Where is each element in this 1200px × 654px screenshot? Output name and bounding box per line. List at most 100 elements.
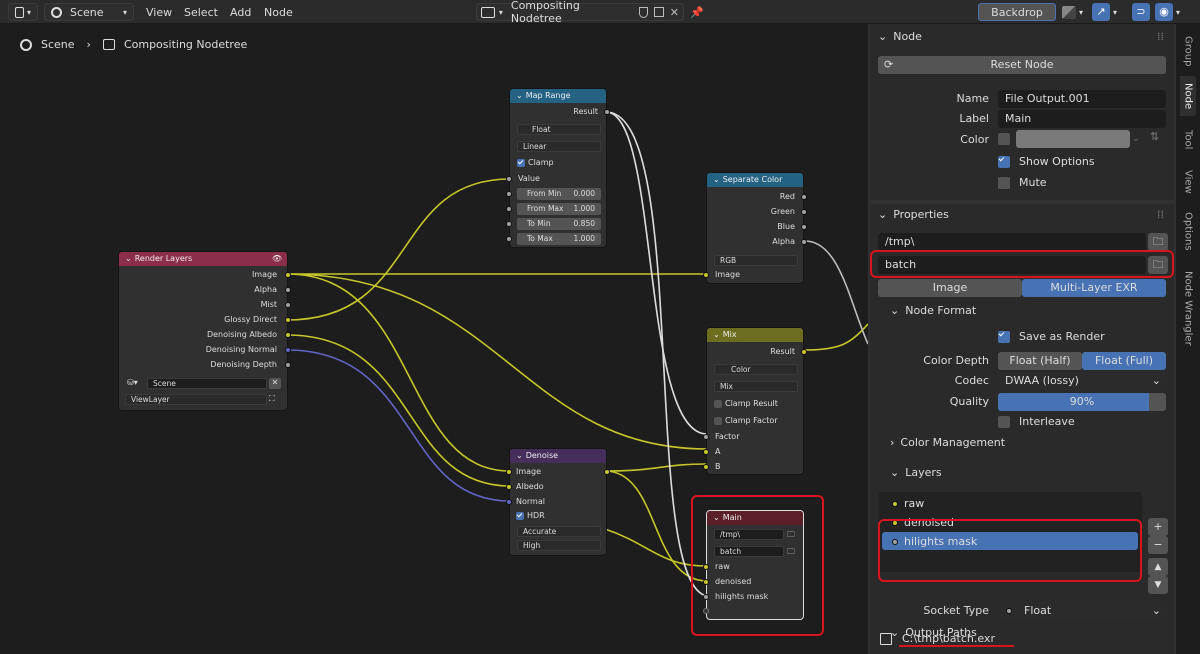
clamp-result-checkbox[interactable]: Clamp Result — [714, 399, 778, 408]
socket-image[interactable] — [506, 469, 512, 475]
node-header[interactable]: ⌄ Render Layers 👁 — [119, 252, 287, 266]
socket-output-image[interactable] — [604, 469, 610, 475]
chevron-down-icon[interactable]: ⌄ — [1132, 130, 1146, 148]
socket-image[interactable] — [285, 272, 291, 278]
menu-add[interactable]: Add — [230, 3, 251, 21]
socket-to-min[interactable] — [506, 221, 512, 227]
eye-icon[interactable]: 👁 — [272, 252, 282, 266]
tab-node-wrangler[interactable]: Node Wrangler — [1180, 262, 1196, 354]
socket-albedo[interactable] — [506, 484, 512, 490]
node-header[interactable]: ⌄ Mix — [707, 328, 803, 342]
socket-red[interactable] — [801, 194, 807, 200]
tab-view[interactable]: View — [1180, 164, 1196, 200]
hdr-checkbox[interactable]: HDR — [516, 511, 545, 520]
node-render-layers[interactable]: ⌄ Render Layers 👁 Image Alpha Mist Gloss… — [118, 251, 291, 411]
fake-user-icon[interactable] — [638, 6, 648, 18]
scene-field[interactable]: Scene — [147, 378, 267, 389]
tab-node[interactable]: Node — [1180, 76, 1196, 116]
socket-depth[interactable] — [285, 362, 291, 368]
socket-alpha[interactable] — [285, 287, 291, 293]
menu-node[interactable]: Node — [264, 3, 293, 21]
editor-type-dropdown[interactable]: ▾ — [8, 3, 38, 21]
tab-options[interactable]: Options — [1180, 206, 1196, 256]
node-header[interactable]: ⌄ Separate Color — [707, 173, 803, 187]
socket-to-max[interactable] — [506, 236, 512, 242]
menu-view[interactable]: View — [146, 3, 172, 21]
snap-dropdown[interactable]: ↗ ▾ — [1092, 3, 1126, 21]
overlay-toggle[interactable]: ⊃ — [1132, 3, 1152, 21]
socket-glossy[interactable] — [285, 317, 291, 323]
node-header[interactable]: ⌄ Map Range — [510, 89, 606, 103]
save-as-render-checkbox[interactable]: Save as Render — [998, 330, 1105, 343]
list-item[interactable]: raw — [892, 497, 924, 510]
use-custom-color-checkbox[interactable] — [998, 133, 1010, 145]
move-down-button[interactable]: ▼ — [1148, 576, 1168, 594]
render-icon[interactable]: ⛶ — [269, 394, 275, 404]
socket-mist[interactable] — [285, 302, 291, 308]
depth-full-button[interactable]: Float (Full) — [1082, 352, 1166, 370]
blend-dropdown[interactable]: Mix — [714, 381, 798, 392]
node-map-range[interactable]: ⌄ Map Range Result Float Linear Clamp Va… — [506, 88, 610, 248]
tab-multilayer-exr[interactable]: Multi-Layer EXR — [1022, 279, 1166, 297]
interpolation-dropdown[interactable]: Linear — [517, 141, 601, 152]
mode-dropdown[interactable]: RGB — [714, 255, 798, 266]
backdrop-button[interactable]: Backdrop — [978, 3, 1056, 21]
show-options-checkbox[interactable]: Show Options — [998, 155, 1095, 168]
socket-type-dropdown[interactable]: Float ⌄ — [998, 602, 1166, 620]
clamp-checkbox[interactable]: Clamp — [517, 158, 554, 167]
panel-header-properties[interactable]: ⌄ Properties — [878, 208, 949, 221]
layers-header[interactable]: ⌄ Layers — [890, 466, 942, 479]
node-separate-color[interactable]: ⌄ Separate Color Red Green Blue Alpha RG… — [703, 172, 807, 284]
menu-select[interactable]: Select — [184, 3, 218, 21]
color-presets-icon[interactable]: ⇅ — [1150, 130, 1159, 143]
socket-value[interactable] — [506, 176, 512, 182]
close-icon[interactable]: ✕ — [670, 6, 679, 19]
color-management-header[interactable]: › Color Management — [890, 436, 1005, 449]
socket-alpha[interactable] — [801, 239, 807, 245]
channels-dropdown[interactable]: ▾ — [1062, 3, 1092, 21]
panel-header-node[interactable]: ⌄ Node — [878, 30, 922, 43]
remove-layer-button[interactable]: − — [1148, 536, 1168, 554]
socket-normal[interactable] — [285, 347, 291, 353]
depth-half-button[interactable]: Float (Half) — [998, 352, 1082, 370]
socket-albedo[interactable] — [285, 332, 291, 338]
tab-image[interactable]: Image — [878, 279, 1022, 297]
interleave-checkbox[interactable]: Interleave — [998, 415, 1075, 428]
tab-group[interactable]: Group — [1180, 30, 1196, 72]
gizmo-dropdown[interactable]: ◉ ▾ — [1155, 3, 1191, 21]
node-format-header[interactable]: ⌄ Node Format — [890, 304, 976, 317]
from-min-field[interactable]: From Min 0.000 — [517, 188, 601, 200]
node-header[interactable]: ⌄ Denoise — [510, 449, 606, 463]
close-icon[interactable]: ✕ — [269, 378, 281, 389]
nodetree-selector[interactable]: ▾ Compositing Nodetree ✕ — [476, 0, 684, 25]
data-type-dropdown[interactable]: Color — [714, 364, 798, 375]
pin-icon[interactable]: 📌 — [690, 3, 704, 21]
folder-icon[interactable]: 🗀 — [1148, 233, 1168, 251]
socket-normal[interactable] — [506, 499, 512, 505]
add-layer-button[interactable]: + — [1148, 518, 1168, 536]
codec-dropdown[interactable]: DWAA (lossy) ⌄ — [998, 372, 1166, 390]
reset-node-button[interactable]: ⟳ Reset Node — [878, 56, 1166, 74]
socket-b[interactable] — [703, 464, 709, 470]
mute-checkbox[interactable]: Mute — [998, 176, 1047, 189]
node-editor[interactable]: Scene › Compositing Nodetree ⌄ Render La… — [0, 24, 868, 654]
to-min-field[interactable]: To Min 0.850 — [517, 218, 601, 230]
socket-image[interactable] — [703, 272, 709, 278]
socket-from-min[interactable] — [506, 191, 512, 197]
base-path-field[interactable]: /tmp\ — [878, 233, 1146, 251]
scene-dropdown[interactable]: Scene ▾ — [44, 3, 134, 21]
move-up-button[interactable]: ▲ — [1148, 558, 1168, 576]
duplicate-icon[interactable] — [653, 7, 664, 17]
tab-tool[interactable]: Tool — [1180, 122, 1196, 158]
quality-slider[interactable]: 90% — [998, 393, 1166, 411]
socket-from-max[interactable] — [506, 206, 512, 212]
node-mix[interactable]: ⌄ Mix Result Color Mix Clamp Result Clam… — [703, 327, 807, 475]
clamp-factor-checkbox[interactable]: Clamp Factor — [714, 416, 778, 425]
socket-green[interactable] — [801, 209, 807, 215]
socket-result[interactable] — [604, 109, 610, 115]
color-swatch[interactable] — [1016, 130, 1130, 148]
name-field[interactable]: File Output.001 — [998, 90, 1166, 108]
label-field[interactable]: Main — [998, 110, 1166, 128]
socket-a[interactable] — [703, 449, 709, 455]
drag-handle-icon[interactable]: ⁞⁞ — [1157, 208, 1164, 221]
